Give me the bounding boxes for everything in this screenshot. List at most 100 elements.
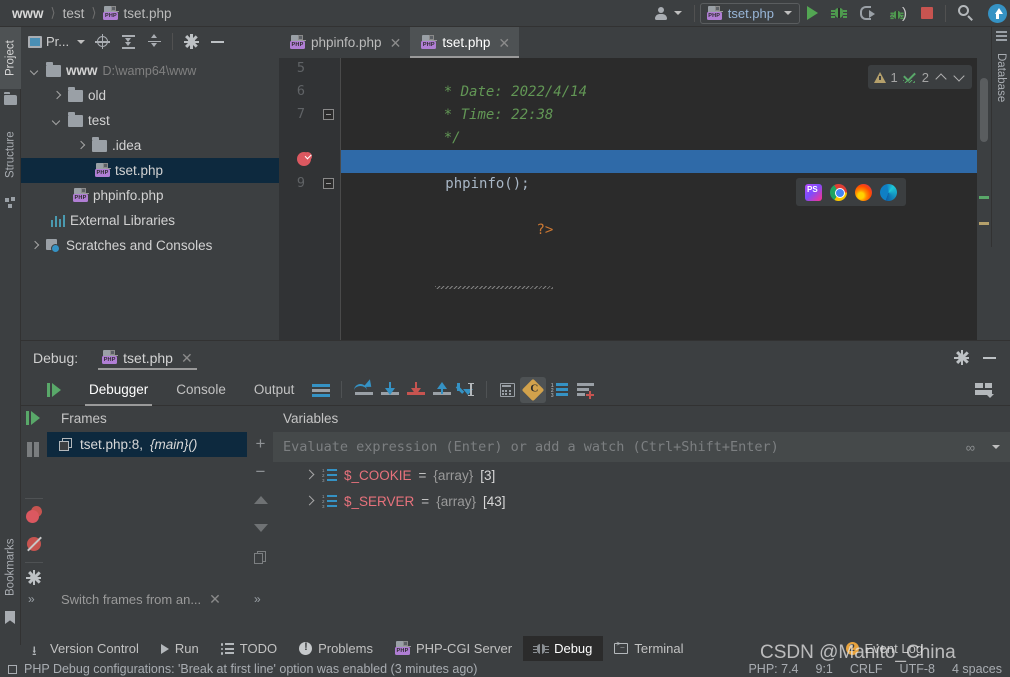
update-button[interactable] (981, 0, 1010, 27)
code-fold-icon[interactable] (323, 178, 334, 189)
tab-console[interactable]: Console (162, 374, 240, 406)
mute-breakpoints-icon[interactable] (26, 536, 43, 553)
variable-row-cookie[interactable]: 123 $_COOKIE = {array} [3] (273, 462, 1010, 488)
show-execution-point-icon[interactable] (308, 377, 334, 403)
sidebar-tab-structure[interactable]: Structure (0, 117, 21, 193)
next-problem-icon[interactable] (952, 70, 966, 84)
chevron-right-icon[interactable] (75, 140, 87, 152)
view-breakpoints-icon[interactable] (26, 506, 43, 523)
expand-actions-icon[interactable]: » (254, 592, 261, 606)
locate-file-button[interactable] (90, 31, 114, 53)
tool-tab-todo[interactable]: TODO (210, 636, 288, 661)
breakpoint-icon[interactable] (297, 152, 312, 166)
editor-tab-phpinfo-php[interactable]: PHP phpinfo.php ✕ (279, 27, 410, 58)
tree-node-phpinfo-php[interactable]: PHP phpinfo.php (21, 183, 279, 208)
project-settings-button[interactable] (179, 31, 203, 53)
expand-actions-icon[interactable]: » (28, 592, 35, 606)
step-into-icon[interactable] (375, 377, 401, 403)
editor-scrollbar[interactable] (977, 58, 991, 340)
minimize-icon[interactable] (983, 356, 996, 359)
previous-problem-icon[interactable] (934, 70, 948, 84)
gear-icon[interactable] (954, 350, 969, 365)
breadcrumb-item-file[interactable]: tset.php (123, 6, 171, 21)
tab-output[interactable]: Output (240, 374, 309, 406)
collapse-all-button[interactable] (142, 31, 166, 53)
tool-tab-version-control[interactable]: ⭳ Version Control (21, 636, 150, 661)
tool-tab-terminal[interactable]: Terminal (603, 636, 694, 661)
close-icon[interactable]: ✕ (179, 351, 193, 365)
tool-tab-php-cgi-server[interactable]: PHP PHP-CGI Server (384, 636, 523, 661)
code-fold-icon[interactable] (323, 109, 334, 120)
move-up-icon[interactable] (251, 490, 270, 509)
scrollbar-thumb[interactable] (980, 78, 988, 142)
sidebar-tab-bookmarks[interactable]: Bookmarks (0, 527, 21, 607)
run-configuration-selector[interactable]: PHP tset.php (699, 2, 800, 24)
status-caret-position[interactable]: 9:1 (816, 662, 833, 676)
chevron-down-icon[interactable] (29, 65, 41, 77)
tool-tab-event-log[interactable]: 2 Event Log (835, 636, 935, 661)
frame-list-item[interactable]: tset.php:8, {main}() (47, 432, 247, 457)
stop-button[interactable] (914, 0, 940, 27)
run-button[interactable] (800, 0, 825, 27)
tool-tab-problems[interactable]: Problems (288, 636, 384, 661)
force-step-into-icon[interactable] (401, 377, 427, 403)
status-php-version[interactable]: PHP: 7.4 (748, 662, 798, 676)
stop-icon[interactable] (26, 472, 43, 489)
settings-list-icon[interactable] (572, 377, 598, 403)
tree-node-scratches[interactable]: Scratches and Consoles (21, 233, 279, 258)
firefox-icon[interactable] (855, 183, 872, 201)
sidebar-tab-project[interactable]: Project (0, 27, 21, 89)
tree-node-idea[interactable]: .idea (21, 133, 279, 158)
layout-settings-icon[interactable] (970, 377, 996, 403)
close-icon[interactable]: ✕ (388, 36, 402, 50)
project-title[interactable]: Pr... (25, 34, 88, 49)
pause-icon[interactable] (26, 442, 43, 459)
code-editor[interactable]: 5 6 7 8 9 * Date: 2022/4/14 * Time: 22:3… (279, 58, 991, 340)
chevron-down-icon[interactable] (51, 115, 63, 127)
close-icon[interactable]: ✕ (496, 36, 510, 50)
chevron-right-icon[interactable] (305, 496, 315, 506)
remove-watch-icon[interactable]: − (251, 462, 270, 481)
status-encoding[interactable]: UTF-8 (900, 662, 935, 676)
chevron-right-icon[interactable] (51, 90, 63, 102)
copy-icon[interactable] (251, 548, 270, 567)
switch-frames-hint[interactable]: Switch frames from an... ✕ (47, 586, 247, 612)
tab-debugger[interactable]: Debugger (75, 374, 162, 406)
tool-tab-debug[interactable]: Debug (523, 636, 604, 661)
move-down-icon[interactable] (251, 518, 270, 537)
breadcrumb-item-test[interactable]: test (63, 6, 85, 21)
variable-row-server[interactable]: 123 $_SERVER = {array} [43] (273, 488, 1010, 514)
step-out-icon[interactable] (427, 377, 453, 403)
step-over-icon[interactable] (349, 377, 375, 403)
close-icon[interactable]: ✕ (207, 592, 221, 606)
resume-icon[interactable] (26, 411, 43, 428)
status-checkbox-icon[interactable] (8, 664, 17, 674)
tree-node-old[interactable]: old (21, 83, 279, 108)
edge-icon[interactable] (880, 183, 897, 201)
inspection-widget[interactable]: 1 2 (867, 65, 972, 89)
editor-gutter[interactable]: 5 6 7 8 9 (279, 58, 341, 340)
add-watch-icon[interactable]: + (251, 434, 270, 453)
chrome-icon[interactable] (830, 183, 847, 201)
run-to-cursor-icon[interactable] (453, 377, 479, 403)
search-everywhere-button[interactable] (951, 0, 981, 27)
evaluate-expression-input[interactable]: Evaluate expression (Enter) or add a wat… (273, 432, 1010, 462)
listen-debug-button[interactable]: ‸‸‸ ) (883, 0, 914, 27)
expand-all-button[interactable] (116, 31, 140, 53)
tree-node-tset-php[interactable]: PHP tset.php (21, 158, 279, 183)
infinity-icon[interactable]: ∞ (966, 440, 975, 455)
evaluate-expression-icon[interactable] (494, 377, 520, 403)
phpstorm-icon[interactable] (805, 183, 822, 201)
sidebar-tab-database[interactable]: Database (992, 47, 1010, 108)
mute-breakpoints-icon[interactable] (520, 376, 547, 403)
chevron-right-icon[interactable] (29, 240, 41, 252)
hide-panel-button[interactable] (205, 31, 229, 53)
tree-node-test[interactable]: test (21, 108, 279, 133)
editor-tab-tset-php[interactable]: PHP tset.php ✕ (410, 27, 520, 58)
tree-node-www[interactable]: www D:\wamp64\www (21, 58, 279, 83)
user-account-button[interactable] (648, 0, 689, 27)
status-message[interactable]: PHP Debug configurations: 'Break at firs… (24, 662, 477, 676)
chevron-right-icon[interactable] (305, 470, 315, 480)
debug-button[interactable] (825, 0, 853, 27)
resume-program-icon[interactable] (47, 382, 63, 397)
